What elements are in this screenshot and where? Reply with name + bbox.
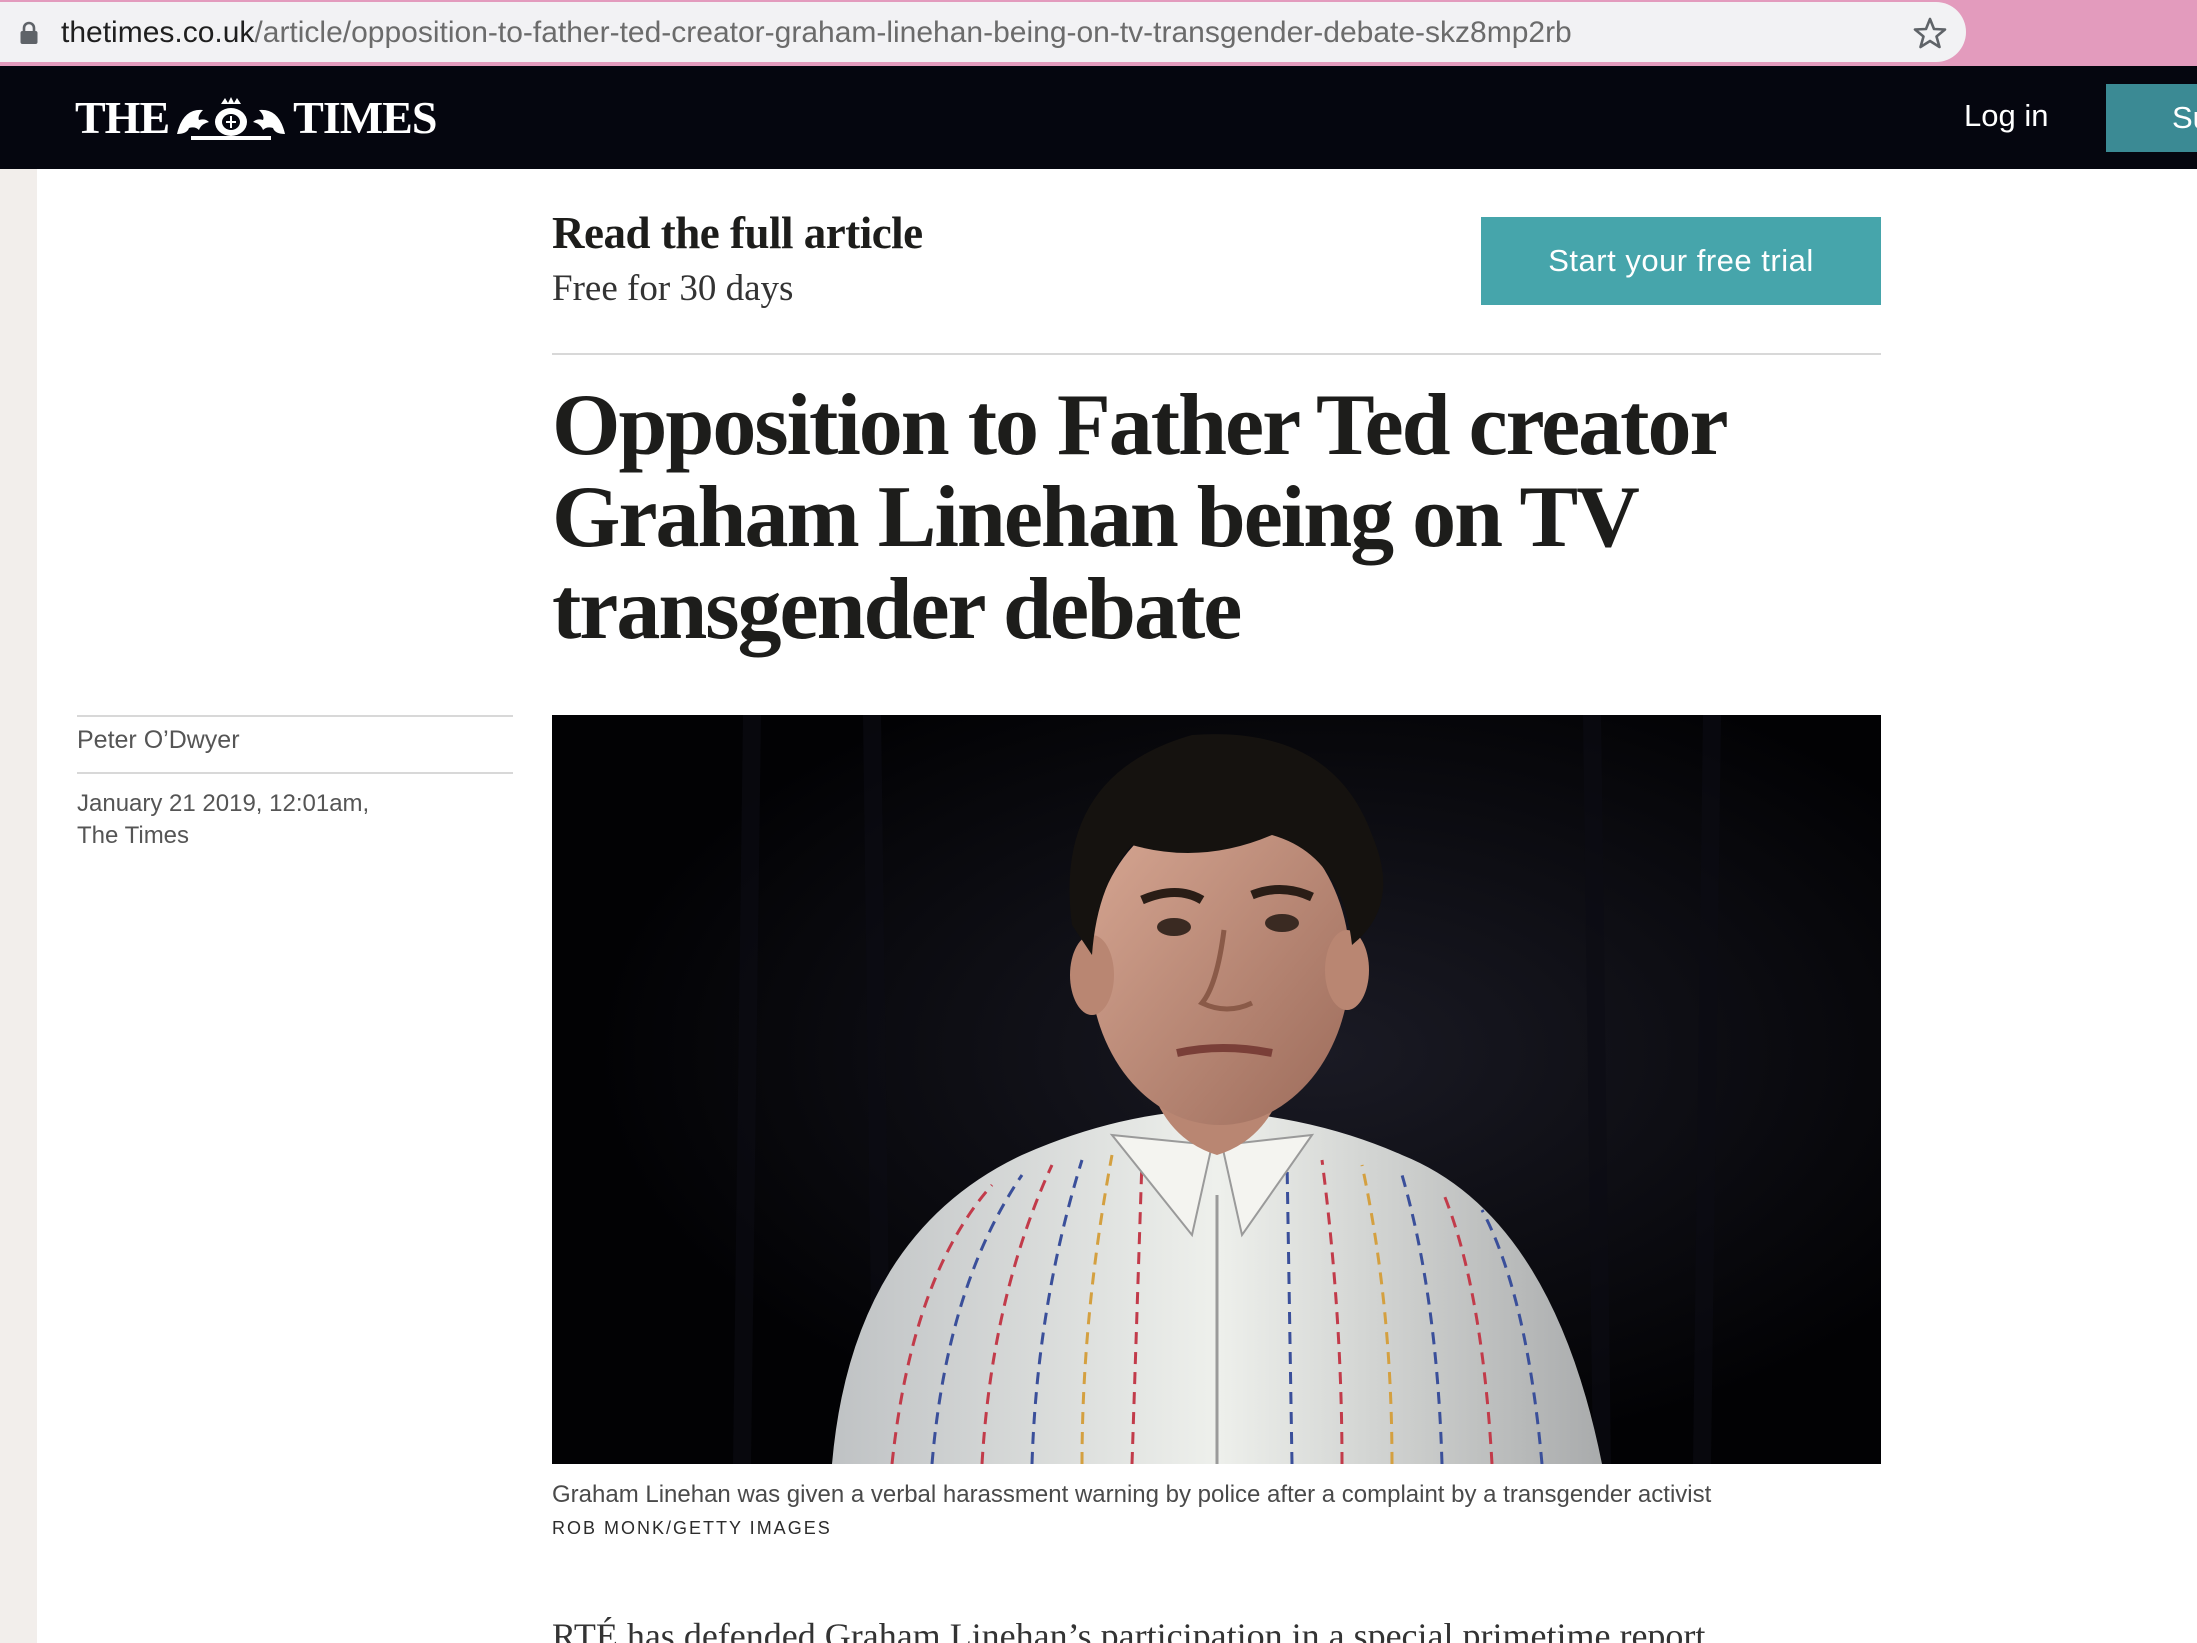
byline-divider [77,772,513,774]
lock-icon[interactable] [19,21,39,45]
image-credit: ROB MONK/GETTY IMAGES [552,1518,832,1538]
byline-source: The Times [77,822,190,849]
portrait-illustration [552,715,1881,1464]
byline-date: January 21 2019, 12:01am, [77,790,370,817]
login-link[interactable]: Log in [1964,96,2048,136]
promo-subtitle: Free for 30 days [552,268,794,309]
byline-author[interactable]: Peter O’Dwyer [77,724,240,756]
promo-title: Read the full article [552,208,923,258]
left-gutter [0,169,37,1643]
article-lead-image [552,715,1881,1464]
address-bar[interactable]: thetimes.co.uk/article/opposition-to-fat… [0,2,1966,62]
url-text[interactable]: thetimes.co.uk/article/opposition-to-fat… [61,15,1572,51]
article-body-first-line: RTÉ has defended Graham Linehan’s partic… [552,1616,1706,1643]
promo-divider [552,353,1881,355]
browser-frame: thetimes.co.uk/article/opposition-to-fat… [0,0,2197,66]
url-host: thetimes.co.uk [61,16,255,49]
image-caption: Graham Linehan was given a verbal harass… [552,1481,1712,1508]
byline-divider [77,715,513,717]
url-path: /article/opposition-to-father-ted-creato… [254,16,1572,49]
the-times-logo[interactable]: THE TIMES [75,92,437,144]
start-free-trial-button[interactable]: Start your free trial [1481,217,1881,305]
site-header: THE TIMES Log in Su [0,66,2197,169]
star-icon[interactable] [1913,16,1947,50]
subscribe-button[interactable]: Su [2106,84,2197,152]
logo-word-the: THE [75,92,170,143]
article-headline: Opposition to Father Ted creator Graham … [552,377,1727,658]
crest-icon [171,94,291,142]
logo-word-times: TIMES [293,92,437,143]
